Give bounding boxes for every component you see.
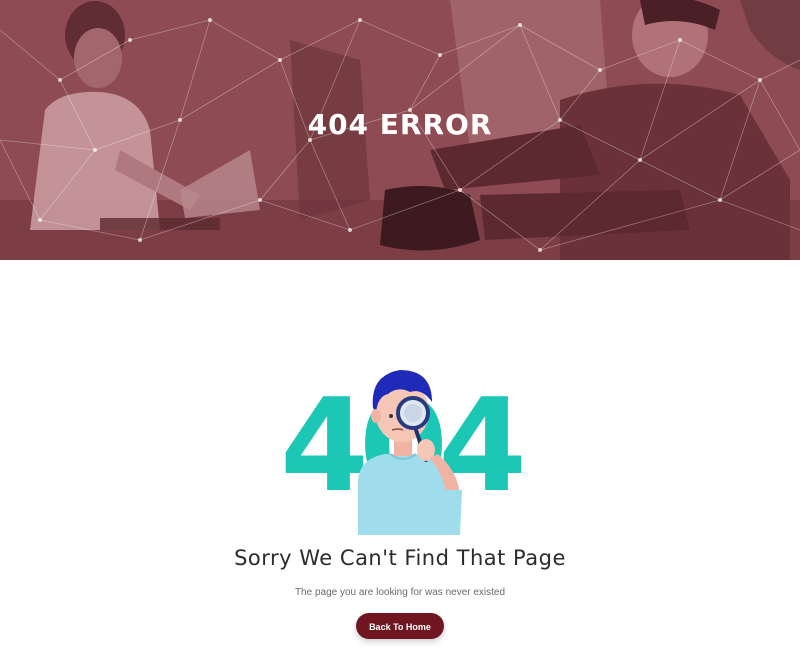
404-illustration: 4 0 4 [280,370,527,535]
back-to-home-button[interactable]: Back To Home [356,613,444,639]
page-title: 404 ERROR [307,108,493,141]
error-description: The page you are looking for was never e… [294,587,506,598]
main-content: 4 0 4 Sorry We Ca [0,260,800,650]
hero-banner: 404 ERROR [0,0,800,260]
error-heading: Sorry We Can't Find That Page [234,546,566,570]
digit-left: 4 [280,372,369,521]
